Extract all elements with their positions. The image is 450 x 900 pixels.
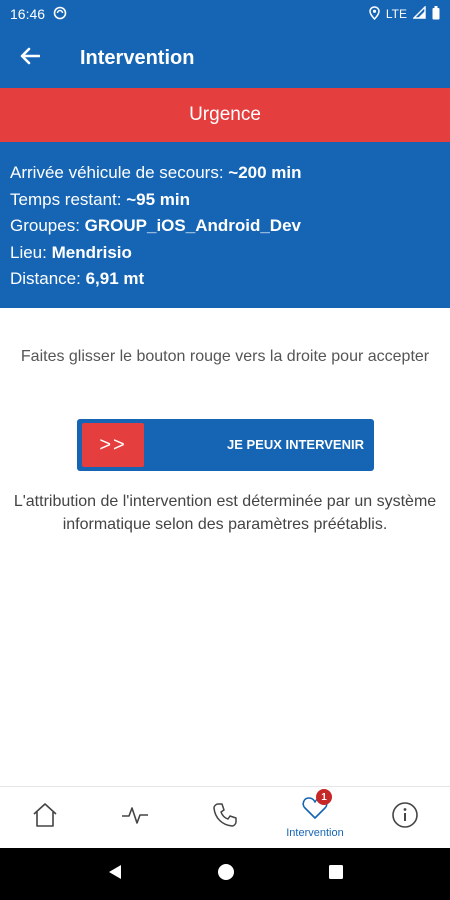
system-nav-bar: [0, 848, 450, 900]
groups-line: Groupes: GROUP_iOS_Android_Dev: [10, 213, 440, 240]
pulse-icon: [120, 803, 150, 832]
urgence-banner: Urgence: [0, 88, 450, 142]
page-title: Intervention: [80, 46, 195, 69]
distance-label: Distance:: [10, 269, 86, 288]
slide-instruction: Faites glisser le bouton rouge vers la d…: [20, 348, 430, 365]
accept-slider[interactable]: >> JE PEUX INTERVENIR: [77, 419, 374, 471]
remaining-label: Temps restant:: [10, 189, 127, 209]
sync-icon: [53, 6, 67, 23]
urgence-label: Urgence: [189, 104, 261, 125]
arrow-back-icon: [20, 47, 41, 70]
status-bar: 16:46 LTE: [0, 0, 450, 28]
signal-icon: [412, 5, 426, 22]
distance-line: Distance: 6,91 mt: [10, 266, 440, 293]
bottom-nav: 1 Intervention: [0, 786, 450, 848]
nav-item-phone[interactable]: [180, 787, 270, 848]
battery-icon: [432, 5, 440, 23]
nav-label-intervention: Intervention: [286, 827, 344, 839]
remaining-line: Temps restant: ~95 min: [10, 187, 440, 214]
nav-item-intervention[interactable]: 1 Intervention: [270, 787, 360, 848]
arrival-label: Arrivée véhicule de secours:: [10, 163, 229, 182]
place-line: Lieu: Mendrisio: [10, 240, 440, 267]
info-icon: [391, 801, 419, 834]
groups-label: Groupes:: [10, 216, 85, 235]
square-recents-icon: [328, 864, 343, 879]
system-recents-button[interactable]: [328, 864, 344, 885]
remaining-value: ~95 min: [126, 189, 191, 209]
circle-home-icon: [217, 863, 234, 880]
place-value: Mendrisio: [51, 242, 132, 262]
location-icon: [369, 5, 380, 23]
nav-item-info[interactable]: [360, 787, 450, 848]
phone-icon: [212, 802, 238, 833]
place-label: Lieu:: [10, 242, 52, 262]
nav-item-home[interactable]: [0, 787, 90, 848]
arrival-value: ~200 min: [228, 163, 302, 182]
groups-value: GROUP_iOS_Android_Dev: [84, 216, 301, 235]
intervention-badge: 1: [316, 789, 332, 805]
arrival-line: Arrivée véhicule de secours: ~200 min: [10, 160, 440, 187]
intervention-info-panel: Arrivée véhicule de secours: ~200 min Te…: [0, 142, 450, 308]
network-type: LTE: [385, 7, 407, 21]
app-bar: Intervention: [0, 28, 450, 88]
back-button[interactable]: [0, 28, 60, 88]
slider-action-label: JE PEUX INTERVENIR: [226, 437, 364, 452]
system-back-button[interactable]: [106, 863, 124, 886]
nav-item-activity[interactable]: [90, 787, 180, 848]
slider-handle[interactable]: >>: [82, 423, 144, 467]
distance-value: 6,91 mt: [85, 269, 145, 288]
triangle-back-icon: [109, 864, 122, 879]
status-time: 16:46: [10, 6, 46, 22]
attribution-disclaimer: L'attribution de l'intervention est déte…: [13, 493, 437, 533]
system-home-button[interactable]: [217, 863, 235, 886]
home-icon: [31, 802, 59, 833]
